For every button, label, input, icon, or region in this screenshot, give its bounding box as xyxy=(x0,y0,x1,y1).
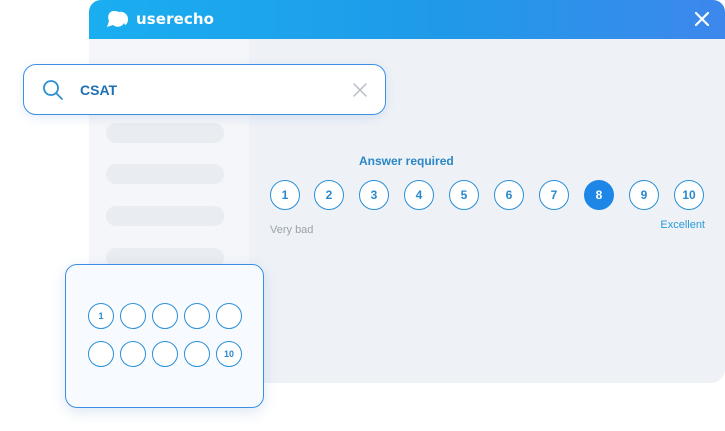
rating-option-4[interactable]: 4 xyxy=(404,180,434,210)
rating-option-7[interactable]: 7 xyxy=(539,180,569,210)
rating-option-6[interactable]: 6 xyxy=(494,180,524,210)
rating-option-2[interactable]: 2 xyxy=(314,180,344,210)
answer-required-label: Answer required xyxy=(359,154,454,168)
search-icon xyxy=(43,80,63,100)
search-box xyxy=(23,64,386,115)
app-title: userecho xyxy=(136,10,215,28)
rating-option-1[interactable]: 1 xyxy=(270,180,300,210)
mini-rating-empty xyxy=(120,303,146,329)
scale-high-label: Excellent xyxy=(660,219,705,231)
placeholder-bar xyxy=(106,123,224,143)
placeholder-bar xyxy=(106,164,224,184)
search-input[interactable] xyxy=(80,80,340,100)
scale-low-label: Very bad xyxy=(270,224,314,236)
mini-rating-1: 1 xyxy=(88,303,114,329)
rating-option-10[interactable]: 10 xyxy=(674,180,704,210)
mini-rating-empty xyxy=(216,303,242,329)
mini-rating-empty xyxy=(120,341,146,367)
rating-option-3[interactable]: 3 xyxy=(359,180,389,210)
rating-option-8[interactable]: 8 xyxy=(584,180,614,210)
mini-rating-10: 10 xyxy=(216,341,242,367)
mini-rating-empty xyxy=(184,341,210,367)
mini-rating-empty xyxy=(152,303,178,329)
placeholder-bar xyxy=(106,206,224,226)
rating-widget-card: 1 10 xyxy=(65,264,264,408)
rating-option-9[interactable]: 9 xyxy=(629,180,659,210)
rating-option-5[interactable]: 5 xyxy=(449,180,479,210)
close-icon[interactable] xyxy=(693,10,711,28)
mini-rating-empty xyxy=(88,341,114,367)
title-bar: userecho xyxy=(89,0,725,39)
mini-rating-empty xyxy=(184,303,210,329)
clear-icon[interactable] xyxy=(353,83,367,97)
mini-rating-empty xyxy=(152,341,178,367)
userecho-logo-icon xyxy=(107,11,128,27)
